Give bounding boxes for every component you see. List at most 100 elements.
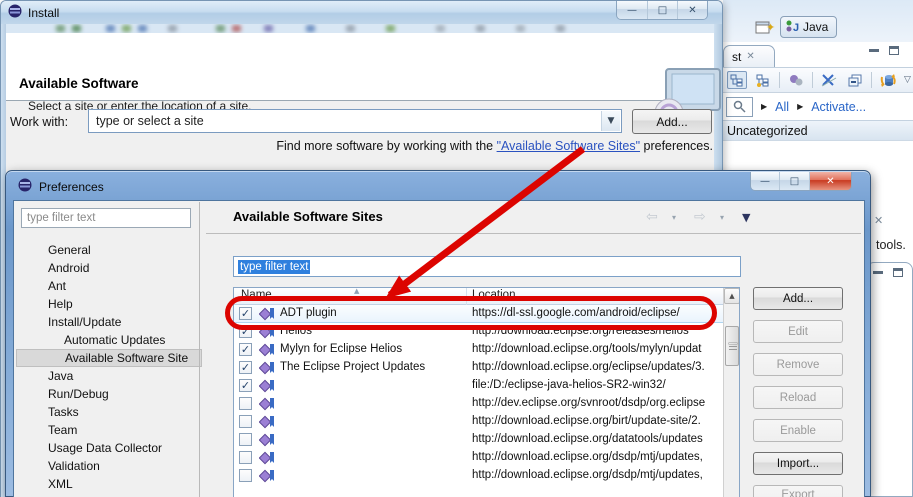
check-icon: ✓ (240, 343, 251, 356)
row-checkbox[interactable]: ✓ (239, 343, 252, 356)
table-row[interactable]: ✓ Helios http://download.eclipse.org/rel… (234, 323, 724, 341)
tree-item-tasks[interactable]: Tasks (16, 403, 202, 421)
tab-close-icon[interactable]: ✕ (746, 51, 754, 62)
synchronize-icon[interactable] (878, 71, 898, 89)
table-row[interactable]: http://download.eclipse.org/datatools/up… (234, 431, 724, 449)
import-button[interactable]: Import... (753, 452, 843, 475)
site-location: https://dl-ssl.google.com/android/eclips… (472, 307, 680, 319)
back-icon[interactable]: ⇦ (646, 209, 658, 225)
maximize-view-icon[interactable] (889, 46, 899, 55)
table-row[interactable]: http://download.eclipse.org/birt/update-… (234, 413, 724, 431)
row-checkbox[interactable] (239, 433, 252, 446)
column-divider[interactable] (466, 288, 467, 305)
tree-item-help[interactable]: Help (16, 295, 202, 313)
window-controls: — □ ✕ (750, 172, 852, 191)
minimize-button[interactable]: — (617, 1, 647, 19)
row-checkbox[interactable] (239, 397, 252, 410)
maximize-button[interactable]: □ (779, 172, 809, 190)
view-tab-close-icon[interactable]: ✕ (874, 214, 883, 227)
tree-item-android[interactable]: Android (16, 259, 202, 277)
collapse-all-icon[interactable] (845, 71, 865, 89)
add-site-button[interactable]: Add... (632, 109, 712, 134)
table-row[interactable]: ✓ Mylyn for Eclipse Helios http://downlo… (234, 341, 724, 359)
table-row[interactable]: http://download.eclipse.org/dsdp/mtj/upd… (234, 467, 724, 485)
tree-item-usage-data-collector[interactable]: Usage Data Collector (16, 439, 202, 457)
toolbar-separator (812, 72, 813, 88)
site-location: http://download.eclipse.org/releases/hel… (472, 325, 689, 337)
breadcrumb-arrow-icon: ▶ (761, 102, 768, 111)
all-link[interactable]: All (775, 100, 789, 114)
uncategorized-label: Uncategorized (727, 123, 808, 138)
activate-link[interactable]: Activate... (811, 100, 866, 114)
scrollbar-thumb[interactable] (725, 326, 739, 366)
check-icon: ✓ (240, 307, 251, 320)
minimize-view-icon[interactable] (869, 49, 879, 52)
back-menu-icon[interactable]: ▾ (672, 213, 676, 222)
table-row[interactable]: http://dev.eclipse.org/svnroot/dsdp/org.… (234, 395, 724, 413)
forward-icon[interactable]: ⇨ (694, 209, 706, 225)
table-row-adt-plugin[interactable]: ✓ ADT plugin https://dl-ssl.google.com/a… (234, 305, 724, 323)
row-checkbox[interactable]: ✓ (239, 325, 252, 338)
scroll-up-icon[interactable]: ▲ (724, 288, 739, 304)
minimize-button[interactable]: — (751, 172, 779, 190)
row-checkbox[interactable]: ✓ (239, 379, 252, 392)
column-header-location[interactable]: Location (472, 289, 515, 301)
row-checkbox[interactable] (239, 415, 252, 428)
view-menu-icon[interactable]: ▽ (904, 75, 911, 85)
preferences-titlebar[interactable]: Preferences (18, 178, 104, 195)
add-button[interactable]: Add... (753, 287, 843, 310)
tree-item-ant[interactable]: Ant (16, 277, 202, 295)
available-software-sites-link[interactable]: "Available Software Sites" (497, 139, 640, 153)
install-titlebar[interactable]: Install (1, 1, 722, 24)
button-label: Add... (656, 114, 688, 129)
row-checkbox[interactable]: ✓ (239, 361, 252, 374)
perspective-button-java[interactable]: J Java (780, 16, 838, 38)
site-name: Helios (280, 325, 312, 337)
edit-button[interactable]: Edit (753, 320, 843, 343)
enable-button[interactable]: Enable (753, 419, 843, 442)
tree-item-general[interactable]: General (16, 241, 202, 259)
task-list-tab[interactable]: st ✕ (723, 45, 775, 67)
focus-on-workweek-icon[interactable] (786, 71, 806, 89)
sites-filter-input[interactable]: type filter text (233, 256, 741, 277)
update-site-icon (258, 397, 275, 414)
task-list-toolbar: ▽ (723, 67, 913, 93)
table-scrollbar[interactable]: ▲ (723, 288, 739, 497)
minimize-view-icon[interactable] (873, 271, 883, 274)
tree-filter-input[interactable] (21, 208, 191, 228)
column-header-name[interactable]: Name (241, 289, 272, 301)
tree-item-java[interactable]: Java (16, 367, 202, 385)
row-checkbox[interactable] (239, 451, 252, 464)
row-checkbox[interactable] (239, 469, 252, 482)
open-perspective-icon[interactable]: ✦ (755, 19, 775, 39)
search-input[interactable] (726, 96, 753, 117)
tree-item-available-software-sites[interactable]: Available Software Site (16, 349, 202, 367)
close-button[interactable]: ✕ (809, 172, 851, 190)
tree-item-automatic-updates[interactable]: Automatic Updates (16, 331, 202, 349)
table-row[interactable]: http://download.eclipse.org/dsdp/mtj/upd… (234, 449, 724, 467)
scheduled-view-icon[interactable] (753, 71, 773, 89)
uncategorized-group-row[interactable]: Uncategorized (723, 120, 913, 141)
forward-menu-icon[interactable]: ▾ (720, 213, 724, 222)
view-menu-icon[interactable]: ▼ (742, 211, 750, 224)
work-with-combobox[interactable]: type or select a site ▼ (88, 109, 622, 133)
export-button[interactable]: Export (753, 485, 843, 497)
remove-button[interactable]: Remove (753, 353, 843, 376)
tree-item-run-debug[interactable]: Run/Debug (16, 385, 202, 403)
tree-item-install-update[interactable]: Install/Update (16, 313, 202, 331)
categorized-view-icon[interactable] (727, 71, 747, 89)
reload-button[interactable]: Reload (753, 386, 843, 409)
chevron-down-icon[interactable]: ▼ (601, 111, 620, 131)
perspective-label: Java (803, 20, 829, 34)
button-label: Add... (782, 292, 814, 305)
hide-completed-icon[interactable] (819, 71, 839, 89)
table-row[interactable]: ✓ file:/D:/eclipse-java-helios-SR2-win32… (234, 377, 724, 395)
maximize-button[interactable]: □ (647, 1, 677, 19)
close-button[interactable]: ✕ (677, 1, 707, 19)
row-checkbox[interactable]: ✓ (239, 307, 252, 320)
tree-item-validation[interactable]: Validation (16, 457, 202, 475)
maximize-view-icon[interactable] (893, 268, 903, 277)
tree-item-team[interactable]: Team (16, 421, 202, 439)
table-row[interactable]: ✓ The Eclipse Project Updates http://dow… (234, 359, 724, 377)
tree-item-xml[interactable]: XML (16, 475, 202, 493)
